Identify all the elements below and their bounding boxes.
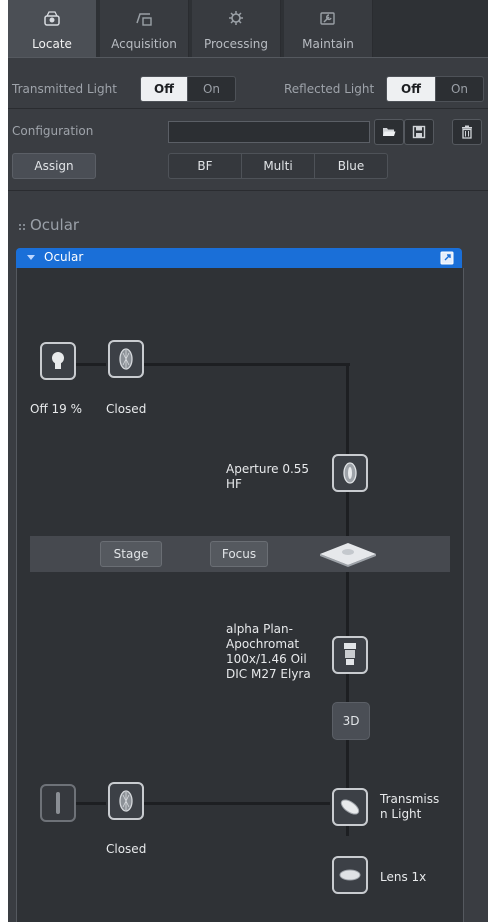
open-config-button[interactable] <box>374 119 404 145</box>
transmitted-on-option[interactable]: On <box>188 77 235 101</box>
section-divider <box>8 190 488 191</box>
light-path-wire <box>346 363 349 836</box>
tab-label: Maintain <box>302 37 354 51</box>
reflected-shutter-button[interactable] <box>108 340 144 378</box>
3d-button[interactable]: 3D <box>332 702 370 740</box>
lens-button[interactable] <box>332 856 368 894</box>
transmitted-light-label: Transmitted Light <box>12 82 117 96</box>
configuration-label: Configuration <box>12 124 94 138</box>
transmission-light-label: Transmiss n Light <box>380 792 440 821</box>
reflected-on-option[interactable]: On <box>436 77 483 101</box>
popout-icon[interactable] <box>440 251 454 265</box>
objective-icon <box>344 643 356 665</box>
panel-scroll-gutter[interactable] <box>470 268 480 922</box>
configuration-field[interactable] <box>168 121 370 143</box>
transmitted-shutter-button[interactable] <box>108 782 144 820</box>
tab-label: Locate <box>32 37 72 51</box>
tab-processing[interactable]: Processing <box>192 0 281 58</box>
reflected-lamp-button[interactable] <box>40 342 76 380</box>
save-config-button[interactable] <box>404 119 434 145</box>
condenser-lens-icon <box>343 462 357 484</box>
transmitted-light-toggle[interactable]: Off On <box>140 76 236 102</box>
light-path-wire <box>144 363 350 366</box>
aperture-label: Aperture 0.55 HF <box>226 462 310 491</box>
assign-button[interactable]: Assign <box>12 153 96 179</box>
wrench-icon <box>320 12 335 25</box>
reflected-off-option[interactable]: Off <box>387 77 435 101</box>
microscope-icon <box>44 11 60 26</box>
preset-bf-button[interactable]: BF <box>169 154 241 178</box>
light-path-wire <box>72 363 106 366</box>
stage-button[interactable]: Stage <box>100 541 162 567</box>
preset-group: BF Multi Blue <box>168 153 388 179</box>
lightbulb-icon <box>52 352 64 369</box>
tab-acquisition[interactable]: Acquisition <box>100 0 189 58</box>
drag-grip-icon[interactable] <box>18 220 26 230</box>
preset-multi-button[interactable]: Multi <box>242 154 314 178</box>
reflected-light-toggle[interactable]: Off On <box>386 76 484 102</box>
light-path-wire <box>144 802 330 805</box>
ocular-panel-header[interactable]: Ocular <box>16 248 462 268</box>
transmission-light-button[interactable] <box>332 788 368 826</box>
light-source-icon <box>56 792 60 814</box>
tab-maintain[interactable]: Maintain <box>284 0 373 58</box>
lens-label: Lens 1x <box>380 870 427 884</box>
folder-open-icon <box>383 128 396 136</box>
tab-locate[interactable]: Locate <box>8 0 96 58</box>
ocular-section-title[interactable]: Ocular <box>30 216 79 234</box>
locate-panel: Locate Acquisition Processing Maintain T… <box>8 0 488 922</box>
ocular-light-path-panel <box>16 268 464 922</box>
objective-label: alpha Plan- Apochromat 100x/1.46 Oil DIC… <box>226 622 311 681</box>
transmitted-lamp-button[interactable] <box>40 784 76 822</box>
lamp-status: Off 19 % <box>30 402 83 416</box>
stage-bar: Stage Focus <box>30 536 450 572</box>
shutter-bottom-status: Closed <box>106 842 147 856</box>
shutter-lens-icon <box>119 348 133 370</box>
preset-blue-button[interactable]: Blue <box>315 154 387 178</box>
tab-bar: Locate Acquisition Processing Maintain <box>8 0 488 58</box>
objective-button[interactable] <box>332 636 368 674</box>
focus-button[interactable]: Focus <box>210 541 268 567</box>
ocular-panel-title: Ocular <box>44 250 84 264</box>
aperture-button[interactable] <box>332 454 368 492</box>
lens-icon <box>339 869 361 881</box>
transmitted-off-option[interactable]: Off <box>141 77 187 101</box>
stage-icon[interactable] <box>318 539 378 569</box>
tab-label: Processing <box>203 37 269 51</box>
section-divider <box>8 108 488 109</box>
tab-divider <box>8 57 488 58</box>
mirror-icon <box>340 799 360 815</box>
save-icon <box>412 125 426 139</box>
camera-icon <box>136 13 152 26</box>
gear-icon <box>229 11 243 25</box>
reflected-light-label: Reflected Light <box>284 82 375 96</box>
light-path-wire <box>72 802 106 805</box>
tab-label: Acquisition <box>111 37 177 51</box>
delete-config-button[interactable] <box>452 119 482 145</box>
trash-icon <box>462 125 472 139</box>
shutter-top-status: Closed <box>106 402 147 416</box>
chevron-down-icon[interactable] <box>26 254 36 262</box>
shutter-lens-icon <box>119 790 133 812</box>
